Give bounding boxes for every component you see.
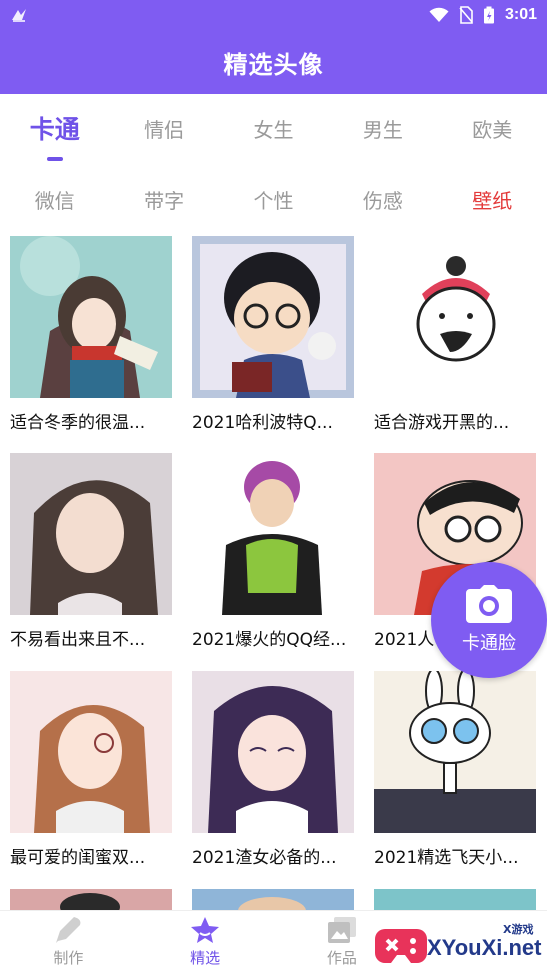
site-watermark: X游戏 XYouXi.net: [375, 915, 545, 971]
category-tabs-row-1: 卡通 情侣 女生 男生 欧美: [0, 94, 547, 162]
avatar-caption: 适合冬季的很温...: [10, 413, 146, 433]
tab-couple[interactable]: 情侣: [109, 114, 218, 143]
avatar-card[interactable]: [192, 889, 354, 910]
avatar-caption: 不易看出来且不...: [10, 630, 146, 650]
avatar-caption: 2021渣女必备的...: [192, 848, 337, 868]
avatar-card[interactable]: 适合冬季的很温...: [10, 236, 172, 433]
star-icon: [191, 917, 220, 943]
nav-featured[interactable]: 精选: [137, 911, 274, 974]
avatar-thumbnail: [10, 453, 172, 615]
avatar-caption: 最可爱的闺蜜双...: [10, 848, 146, 868]
avatar-thumbnail: [192, 453, 354, 615]
avatar-thumbnail: [10, 889, 172, 910]
tab-cartoon[interactable]: 卡通: [0, 110, 109, 161]
tab-western[interactable]: 欧美: [438, 114, 547, 143]
avatar-thumbnail: [192, 236, 354, 398]
avatar-caption: 适合游戏开黑的...: [374, 413, 510, 433]
avatar-caption: 2021精选飞天小...: [374, 848, 519, 868]
tab-female[interactable]: 女生: [219, 114, 328, 143]
nav-make[interactable]: 制作: [0, 911, 137, 974]
avatar-thumbnail: [374, 889, 536, 910]
avatar-card[interactable]: 2021哈利波特Q...: [192, 236, 354, 433]
avatar-card[interactable]: 2021精选飞天小...: [374, 671, 536, 868]
status-icons: 3:01: [429, 4, 537, 26]
avatar-thumbnail: [10, 236, 172, 398]
app-header: 精选头像: [0, 30, 547, 94]
cartoon-face-button[interactable]: 卡通脸: [431, 562, 547, 678]
avatar-card[interactable]: 适合游戏开黑的...: [374, 236, 536, 433]
tab-sad[interactable]: 伤感: [328, 185, 437, 214]
pencil-icon: [56, 917, 81, 943]
avatar-thumbnail: [374, 236, 536, 398]
avatar-card[interactable]: 2021渣女必备的...: [192, 671, 354, 868]
tab-wallpaper[interactable]: 壁纸: [438, 185, 547, 214]
avatar-card[interactable]: 不易看出来且不...: [10, 453, 172, 650]
avatar-card[interactable]: [374, 889, 536, 910]
avatar-thumbnail: [192, 671, 354, 833]
avatar-thumbnail: [10, 671, 172, 833]
battery-icon: [483, 6, 494, 24]
page-title: 精选头像: [223, 50, 324, 79]
avatar-card[interactable]: [10, 889, 172, 910]
active-tab-indicator: [46, 157, 63, 161]
notification-bird-icon: [12, 9, 26, 22]
avatar-card[interactable]: 最可爱的闺蜜双...: [10, 671, 172, 868]
avatar-card[interactable]: 2021爆火的QQ经...: [192, 453, 354, 650]
tab-male[interactable]: 男生: [328, 114, 437, 143]
category-tabs-row-2: 微信 带字 个性 伤感 壁纸: [0, 165, 547, 233]
status-bar: 3:01: [0, 0, 547, 30]
watermark-text: XYouXi.net: [427, 935, 542, 960]
tab-personality[interactable]: 个性: [219, 185, 328, 214]
avatar-caption: 2021哈利波特Q...: [192, 413, 333, 433]
game-controller-logo: [375, 929, 427, 963]
no-sim-icon: [459, 6, 473, 24]
cartoon-face-label: 卡通脸: [462, 633, 516, 654]
status-time: 3:01: [504, 6, 537, 23]
tab-wechat[interactable]: 微信: [0, 185, 109, 214]
avatar-thumbnail: [374, 671, 536, 833]
wifi-icon: [429, 7, 449, 22]
tab-with-text[interactable]: 带字: [109, 185, 218, 214]
avatar-caption: 2021爆火的QQ经...: [192, 630, 347, 650]
camera-icon: [466, 585, 512, 623]
avatar-thumbnail: [192, 889, 354, 910]
gallery-icon: [327, 917, 356, 943]
